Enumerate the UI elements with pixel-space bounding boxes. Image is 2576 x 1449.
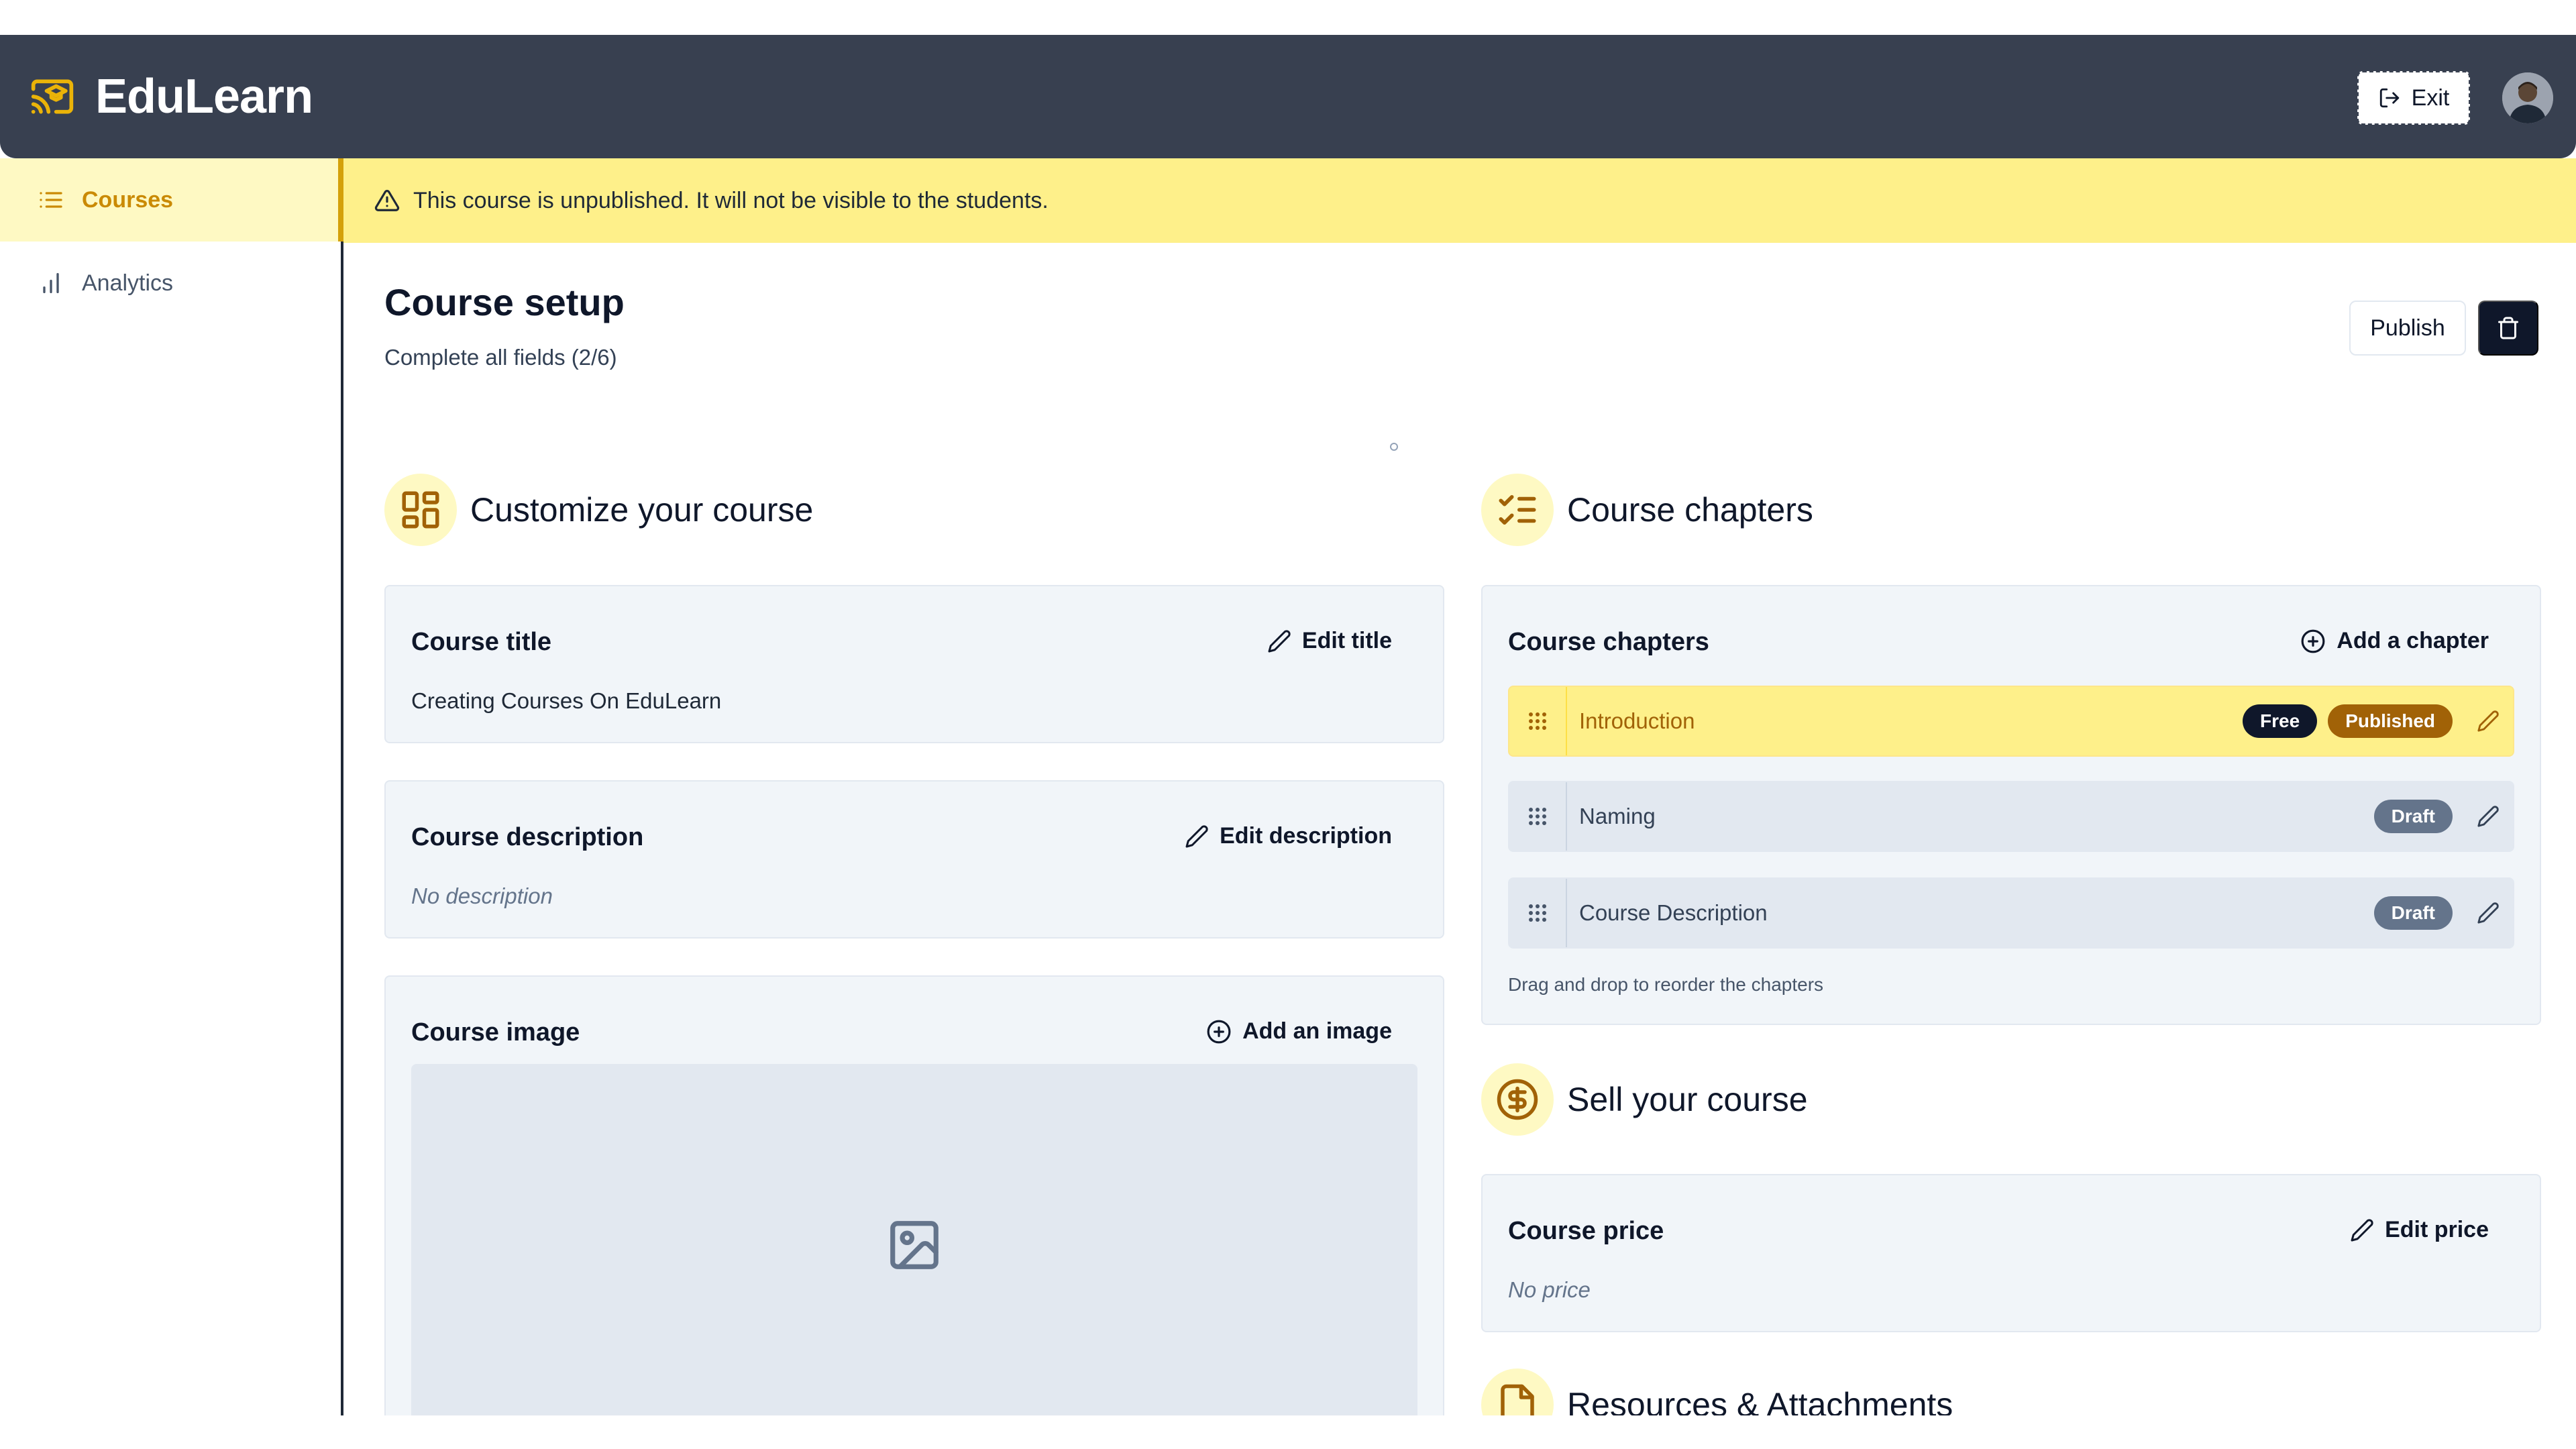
pencil-icon[interactable] bbox=[2477, 805, 2500, 828]
unpublished-banner: This course is unpublished. It will not … bbox=[343, 158, 2576, 243]
page-title: Course setup bbox=[384, 281, 625, 323]
grip-icon bbox=[1529, 808, 1546, 825]
section-icon-wrap bbox=[384, 474, 457, 546]
course-price-value: No price bbox=[1508, 1277, 1591, 1302]
exit-button[interactable]: Exit bbox=[2357, 71, 2470, 125]
course-price-card: Course price Edit price No price bbox=[1481, 1174, 2541, 1332]
pencil-icon bbox=[1268, 629, 1291, 652]
layout-dashboard-icon bbox=[402, 491, 439, 529]
pencil-icon bbox=[2351, 1218, 2373, 1241]
top-navbar: EduLearn Exit bbox=[0, 35, 2576, 158]
drag-handle[interactable] bbox=[1509, 687, 1567, 755]
card-label: Course description bbox=[411, 823, 644, 851]
edit-price-button[interactable]: Edit price bbox=[2350, 1217, 2489, 1243]
chapter-name: Course Description bbox=[1579, 900, 1768, 925]
circle-dollar-icon bbox=[1497, 1079, 1538, 1120]
draft-badge: Draft bbox=[2373, 896, 2453, 930]
chapter-name: Introduction bbox=[1579, 708, 1695, 733]
section-icon-wrap bbox=[1481, 1063, 1554, 1136]
section-customize: Customize your course bbox=[384, 474, 813, 546]
add-chapter-button[interactable]: Add a chapter bbox=[2300, 628, 2489, 654]
user-avatar[interactable] bbox=[2502, 72, 2553, 123]
publish-button[interactable]: Publish bbox=[2349, 301, 2466, 356]
draft-badge: Draft bbox=[2373, 800, 2453, 833]
chapter-item-introduction[interactable]: Introduction Free Published bbox=[1508, 686, 2514, 757]
completion-status: Complete all fields (2/6) bbox=[384, 345, 617, 370]
sidebar-item-analytics[interactable]: Analytics bbox=[0, 241, 341, 325]
delete-course-button[interactable] bbox=[2478, 301, 2538, 356]
course-title-card: Course title Edit title Creating Courses… bbox=[384, 585, 1444, 743]
course-description-value: No description bbox=[411, 883, 553, 908]
alert-triangle-icon bbox=[374, 190, 400, 211]
free-badge: Free bbox=[2243, 704, 2318, 738]
cast-education-icon bbox=[31, 79, 74, 114]
action-label: Edit title bbox=[1301, 628, 1392, 653]
drag-handle[interactable] bbox=[1509, 879, 1567, 947]
brand-name: EduLearn bbox=[95, 70, 313, 123]
action-label: Add an image bbox=[1242, 1018, 1392, 1044]
drag-handle[interactable] bbox=[1509, 782, 1567, 851]
list-checks-icon bbox=[1499, 495, 1536, 525]
section-sell: Sell your course bbox=[1481, 1063, 1808, 1136]
action-label: Add a chapter bbox=[2337, 628, 2489, 653]
sidebar: Courses Analytics bbox=[0, 158, 343, 1415]
bottom-edge bbox=[0, 1415, 2576, 1449]
grip-icon bbox=[1529, 712, 1546, 730]
exit-label: Exit bbox=[2411, 85, 2450, 111]
card-label: Course title bbox=[411, 628, 552, 656]
chapter-name: Naming bbox=[1579, 804, 1656, 828]
card-label: Course image bbox=[411, 1018, 580, 1046]
sidebar-item-label: Courses bbox=[82, 186, 174, 213]
image-placeholder[interactable] bbox=[411, 1064, 1417, 1426]
action-label: Edit price bbox=[2385, 1217, 2489, 1242]
course-title-value: Creating Courses On EduLearn bbox=[411, 688, 722, 713]
section-title: Course chapters bbox=[1567, 491, 1813, 529]
loading-dot bbox=[1390, 443, 1398, 451]
sidebar-item-label: Analytics bbox=[82, 270, 174, 296]
brand[interactable]: EduLearn bbox=[30, 69, 313, 124]
reorder-hint: Drag and drop to reorder the chapters bbox=[1508, 974, 1824, 995]
action-label: Edit description bbox=[1220, 823, 1392, 849]
grip-icon bbox=[1529, 904, 1546, 922]
course-image-card: Course image Add an image bbox=[384, 975, 1444, 1445]
section-title: Customize your course bbox=[470, 491, 814, 529]
chapter-badges: Draft bbox=[2363, 800, 2453, 833]
log-out-icon bbox=[2379, 88, 2399, 108]
section-icon-wrap bbox=[1481, 474, 1554, 546]
card-label: Course price bbox=[1508, 1217, 1664, 1245]
user-photo-icon bbox=[2502, 72, 2553, 123]
card-label: Course chapters bbox=[1508, 628, 1709, 656]
pencil-icon[interactable] bbox=[2477, 710, 2500, 733]
chapter-item-naming[interactable]: Naming Draft bbox=[1508, 781, 2514, 852]
chapter-badges: Free Published bbox=[2232, 704, 2453, 738]
add-image-button[interactable]: Add an image bbox=[1206, 1018, 1392, 1044]
plus-circle-icon bbox=[2301, 629, 2325, 653]
section-chapters: Course chapters bbox=[1481, 474, 1813, 546]
course-description-card: Course description Edit description No d… bbox=[384, 780, 1444, 938]
plus-circle-icon bbox=[1207, 1020, 1231, 1043]
image-icon bbox=[890, 1221, 938, 1269]
sidebar-item-courses[interactable]: Courses bbox=[0, 158, 343, 241]
chapter-item-course-description[interactable]: Course Description Draft bbox=[1508, 877, 2514, 949]
edit-description-button[interactable]: Edit description bbox=[1185, 823, 1392, 849]
trash-icon bbox=[2498, 317, 2518, 339]
course-chapters-card: Course chapters Add a chapter Introducti… bbox=[1481, 585, 2541, 1025]
banner-text: This course is unpublished. It will not … bbox=[413, 187, 1049, 213]
bar-chart-icon bbox=[43, 273, 59, 293]
pencil-icon bbox=[1185, 824, 1208, 847]
section-title: Sell your course bbox=[1567, 1081, 1808, 1118]
pencil-icon[interactable] bbox=[2477, 902, 2500, 924]
edit-title-button[interactable]: Edit title bbox=[1267, 628, 1392, 654]
chapter-badges: Draft bbox=[2363, 896, 2453, 930]
list-icon bbox=[40, 192, 62, 208]
published-badge: Published bbox=[2328, 704, 2453, 738]
